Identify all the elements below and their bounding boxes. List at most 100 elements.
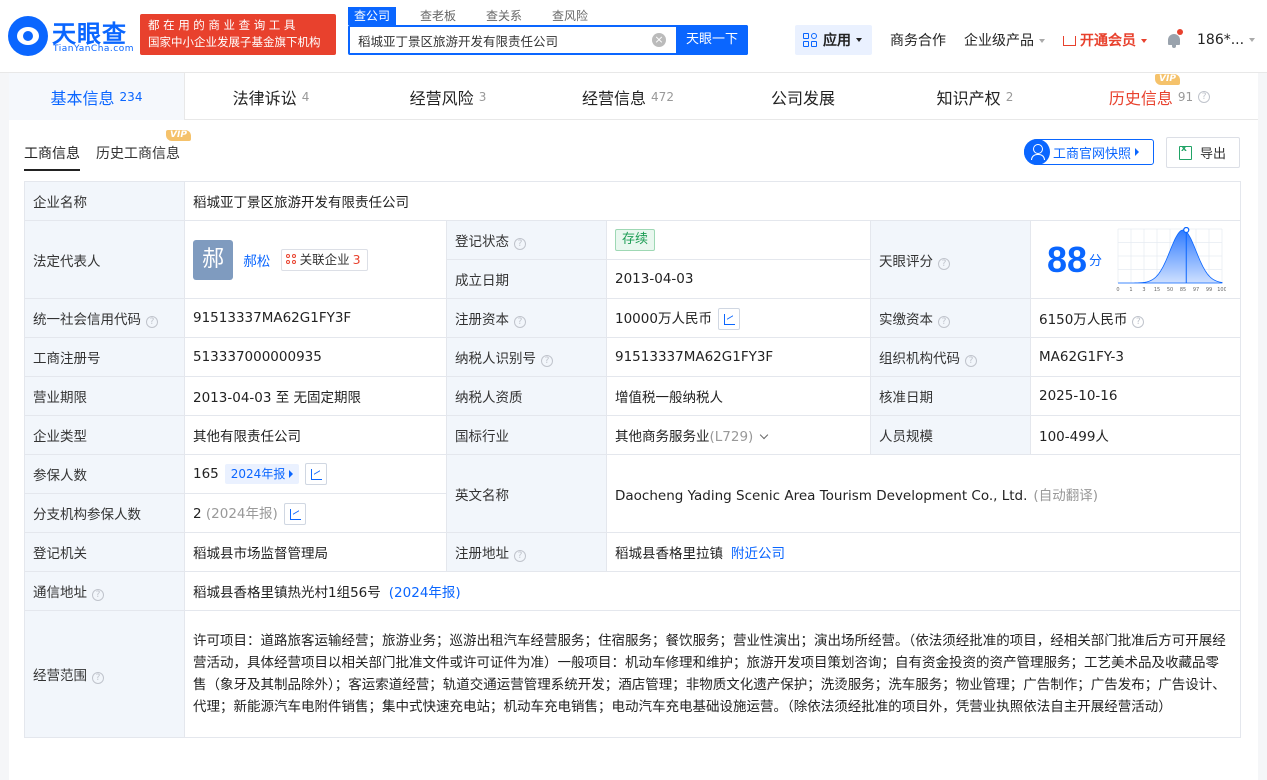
en-name-value: Daocheng Yading Scenic Area Tourism Deve… bbox=[615, 487, 1028, 504]
search-tab-risk[interactable]: 查风险 bbox=[546, 7, 594, 25]
tianyancha-logo[interactable]: 天眼查 TianYanCha.com bbox=[8, 14, 134, 56]
tab-operation-risk[interactable]: 经营风险 3 bbox=[357, 73, 539, 120]
insured-value: 165 bbox=[193, 466, 219, 482]
taxpayer-id-value: 91513337MA62G1FY3F bbox=[606, 337, 871, 377]
ent-type-key: 企业类型 bbox=[24, 415, 185, 455]
apps-menu[interactable]: 应用 bbox=[795, 25, 872, 55]
related-companies-tag[interactable]: 关联企业 3 bbox=[280, 248, 368, 271]
notification-dot bbox=[1177, 28, 1183, 35]
tab-history-info[interactable]: 历史信息 91? VIP bbox=[1061, 73, 1258, 120]
industry-code: (L729) bbox=[709, 429, 754, 445]
score-cell[interactable]: 88 分 0 1 3 15 50 85 97 99 100 bbox=[1029, 220, 1242, 299]
enterprise-products-menu[interactable]: 企业级产品 bbox=[964, 30, 1045, 50]
clear-icon[interactable]: × bbox=[652, 33, 666, 47]
nearby-companies-link[interactable]: 附近公司 bbox=[731, 546, 785, 562]
user-menu[interactable]: 186*... bbox=[1197, 32, 1256, 48]
tab-intellectual-property[interactable]: 知识产权 2 bbox=[889, 73, 1061, 120]
reg-address-cell: 稻城县香格里拉镇 附近公司 bbox=[605, 532, 1242, 572]
help-icon[interactable]: ? bbox=[514, 316, 526, 328]
key-label: 登记状态 bbox=[455, 234, 509, 250]
open-vip-menu[interactable]: 开通会员 bbox=[1063, 30, 1147, 50]
score-unit: 分 bbox=[1089, 254, 1103, 269]
subtabs: 工商信息 历史工商信息 VIP bbox=[24, 130, 196, 171]
x-tick-label: 100 bbox=[1217, 287, 1226, 293]
uscc-key: 统一社会信用代码? bbox=[24, 298, 185, 338]
search-type-tabs: 查公司 查老板 查关系 查风险 bbox=[348, 7, 612, 25]
help-icon[interactable]: ? bbox=[938, 316, 950, 328]
annual-report-link[interactable]: (2024年报) bbox=[389, 585, 461, 601]
tab-label: 公司发展 bbox=[770, 88, 835, 108]
tab-legal[interactable]: 法律诉讼 4 bbox=[185, 73, 357, 120]
company-name-value: 稻城亚丁景区旅游开发有限责任公司 bbox=[183, 181, 1242, 221]
search-input[interactable] bbox=[350, 27, 650, 53]
legal-rep-link[interactable]: 郝松 bbox=[243, 254, 270, 270]
related-label: 关联企业 bbox=[299, 251, 350, 267]
tab-company-development[interactable]: 公司发展 bbox=[717, 73, 889, 120]
official-snapshot-button[interactable]: 工商官网快照 bbox=[1024, 139, 1154, 165]
reg-address-value: 稻城县香格里拉镇 bbox=[615, 546, 723, 562]
paid-capital-cell: 6150万人民币? bbox=[1029, 298, 1242, 338]
legal-rep-key: 法定代表人 bbox=[24, 220, 185, 299]
enterprise-products-label: 企业级产品 bbox=[964, 33, 1034, 49]
export-button[interactable]: 导出 bbox=[1166, 137, 1240, 168]
search-button[interactable]: 天眼一下 bbox=[676, 25, 748, 55]
mail-address-cell: 稻城县香格里镇热光村1组56号 (2024年报) bbox=[183, 571, 1242, 611]
help-icon[interactable]: ? bbox=[514, 550, 526, 562]
help-icon[interactable]: ? bbox=[965, 355, 977, 367]
found-date-key: 成立日期 bbox=[446, 259, 607, 299]
vip-badge: VIP bbox=[1155, 74, 1180, 85]
apps-label: 应用 bbox=[823, 33, 851, 49]
tab-basic-info[interactable]: 基本信息 234 bbox=[9, 73, 185, 120]
key-label: 注册地址 bbox=[455, 546, 509, 562]
trend-chart-icon[interactable] bbox=[305, 463, 328, 485]
tax-qual-key: 纳税人资质 bbox=[446, 376, 607, 416]
person-icon bbox=[1024, 139, 1050, 165]
key-label: 天眼评分 bbox=[879, 253, 933, 270]
avatar[interactable]: 郝 bbox=[193, 239, 233, 280]
insured-cell: 165 2024年报 bbox=[184, 454, 447, 494]
subtab-business-info[interactable]: 工商信息 bbox=[24, 143, 80, 171]
trend-chart-icon[interactable] bbox=[283, 502, 306, 525]
help-icon[interactable]: ? bbox=[938, 257, 950, 270]
user-phone: 186*... bbox=[1197, 32, 1245, 48]
trend-chart-icon[interactable] bbox=[717, 307, 740, 330]
chevron-down-icon bbox=[1039, 39, 1045, 43]
help-icon[interactable]: ? bbox=[92, 672, 104, 684]
search-tab-company[interactable]: 查公司 bbox=[348, 7, 397, 25]
search-tab-boss[interactable]: 查老板 bbox=[414, 7, 462, 25]
mail-address-key: 通信地址? bbox=[24, 571, 185, 611]
x-tick-label: 0 bbox=[1116, 287, 1119, 293]
tab-operation-info[interactable]: 经营信息 472 bbox=[539, 73, 717, 120]
help-icon[interactable]: ? bbox=[514, 238, 526, 250]
chevron-down-icon bbox=[856, 38, 862, 42]
score-key: 天眼评分? bbox=[870, 220, 1031, 299]
reg-authority-value: 稻城县市场监督管理局 bbox=[184, 532, 447, 572]
search-box: × 天眼一下 bbox=[348, 25, 748, 55]
network-icon bbox=[285, 253, 297, 265]
business-cooperation-link[interactable]: 商务合作 bbox=[890, 30, 946, 50]
triangle-right-icon bbox=[1135, 148, 1140, 156]
company-detail-card: 基本信息 234 法律诉讼 4 经营风险 3 经营信息 472 公司发展 知识产权 2 历… bbox=[9, 73, 1258, 780]
promo-banner[interactable]: 都在用的商业查询工具 国家中小企业发展子基金旗下机构 bbox=[140, 14, 336, 55]
annual-report-tag[interactable]: 2024年报 bbox=[224, 464, 300, 484]
legal-rep-cell: 郝 郝松 关联企业 3 bbox=[184, 220, 447, 299]
help-icon[interactable]: ? bbox=[146, 316, 158, 328]
help-icon[interactable]: ? bbox=[92, 589, 104, 601]
tab-count: 234 bbox=[119, 89, 143, 104]
key-label: 纳税人识别号 bbox=[455, 351, 536, 367]
industry-cell[interactable]: 其他商务服务业(L729) bbox=[606, 415, 871, 455]
branch-insured-value: 2 bbox=[193, 505, 202, 522]
key-label: 注册资本 bbox=[455, 312, 509, 328]
tab-count: 3 bbox=[478, 89, 487, 104]
term-key: 营业期限 bbox=[24, 376, 185, 416]
tab-label: 法律诉讼 bbox=[232, 88, 297, 108]
company-name-key: 企业名称 bbox=[24, 181, 185, 221]
reg-capital-cell: 10000万人民币 bbox=[606, 298, 871, 338]
help-icon[interactable]: ? bbox=[1198, 90, 1211, 103]
score-distribution-chart: 0 1 3 15 50 85 97 99 100 bbox=[1116, 226, 1226, 293]
help-icon[interactable]: ? bbox=[541, 355, 553, 367]
bell-icon[interactable] bbox=[1167, 28, 1183, 48]
search-tab-relation[interactable]: 查关系 bbox=[480, 7, 528, 25]
help-icon[interactable]: ? bbox=[1132, 316, 1145, 328]
subtab-history-business-info[interactable]: 历史工商信息 VIP bbox=[96, 130, 191, 171]
